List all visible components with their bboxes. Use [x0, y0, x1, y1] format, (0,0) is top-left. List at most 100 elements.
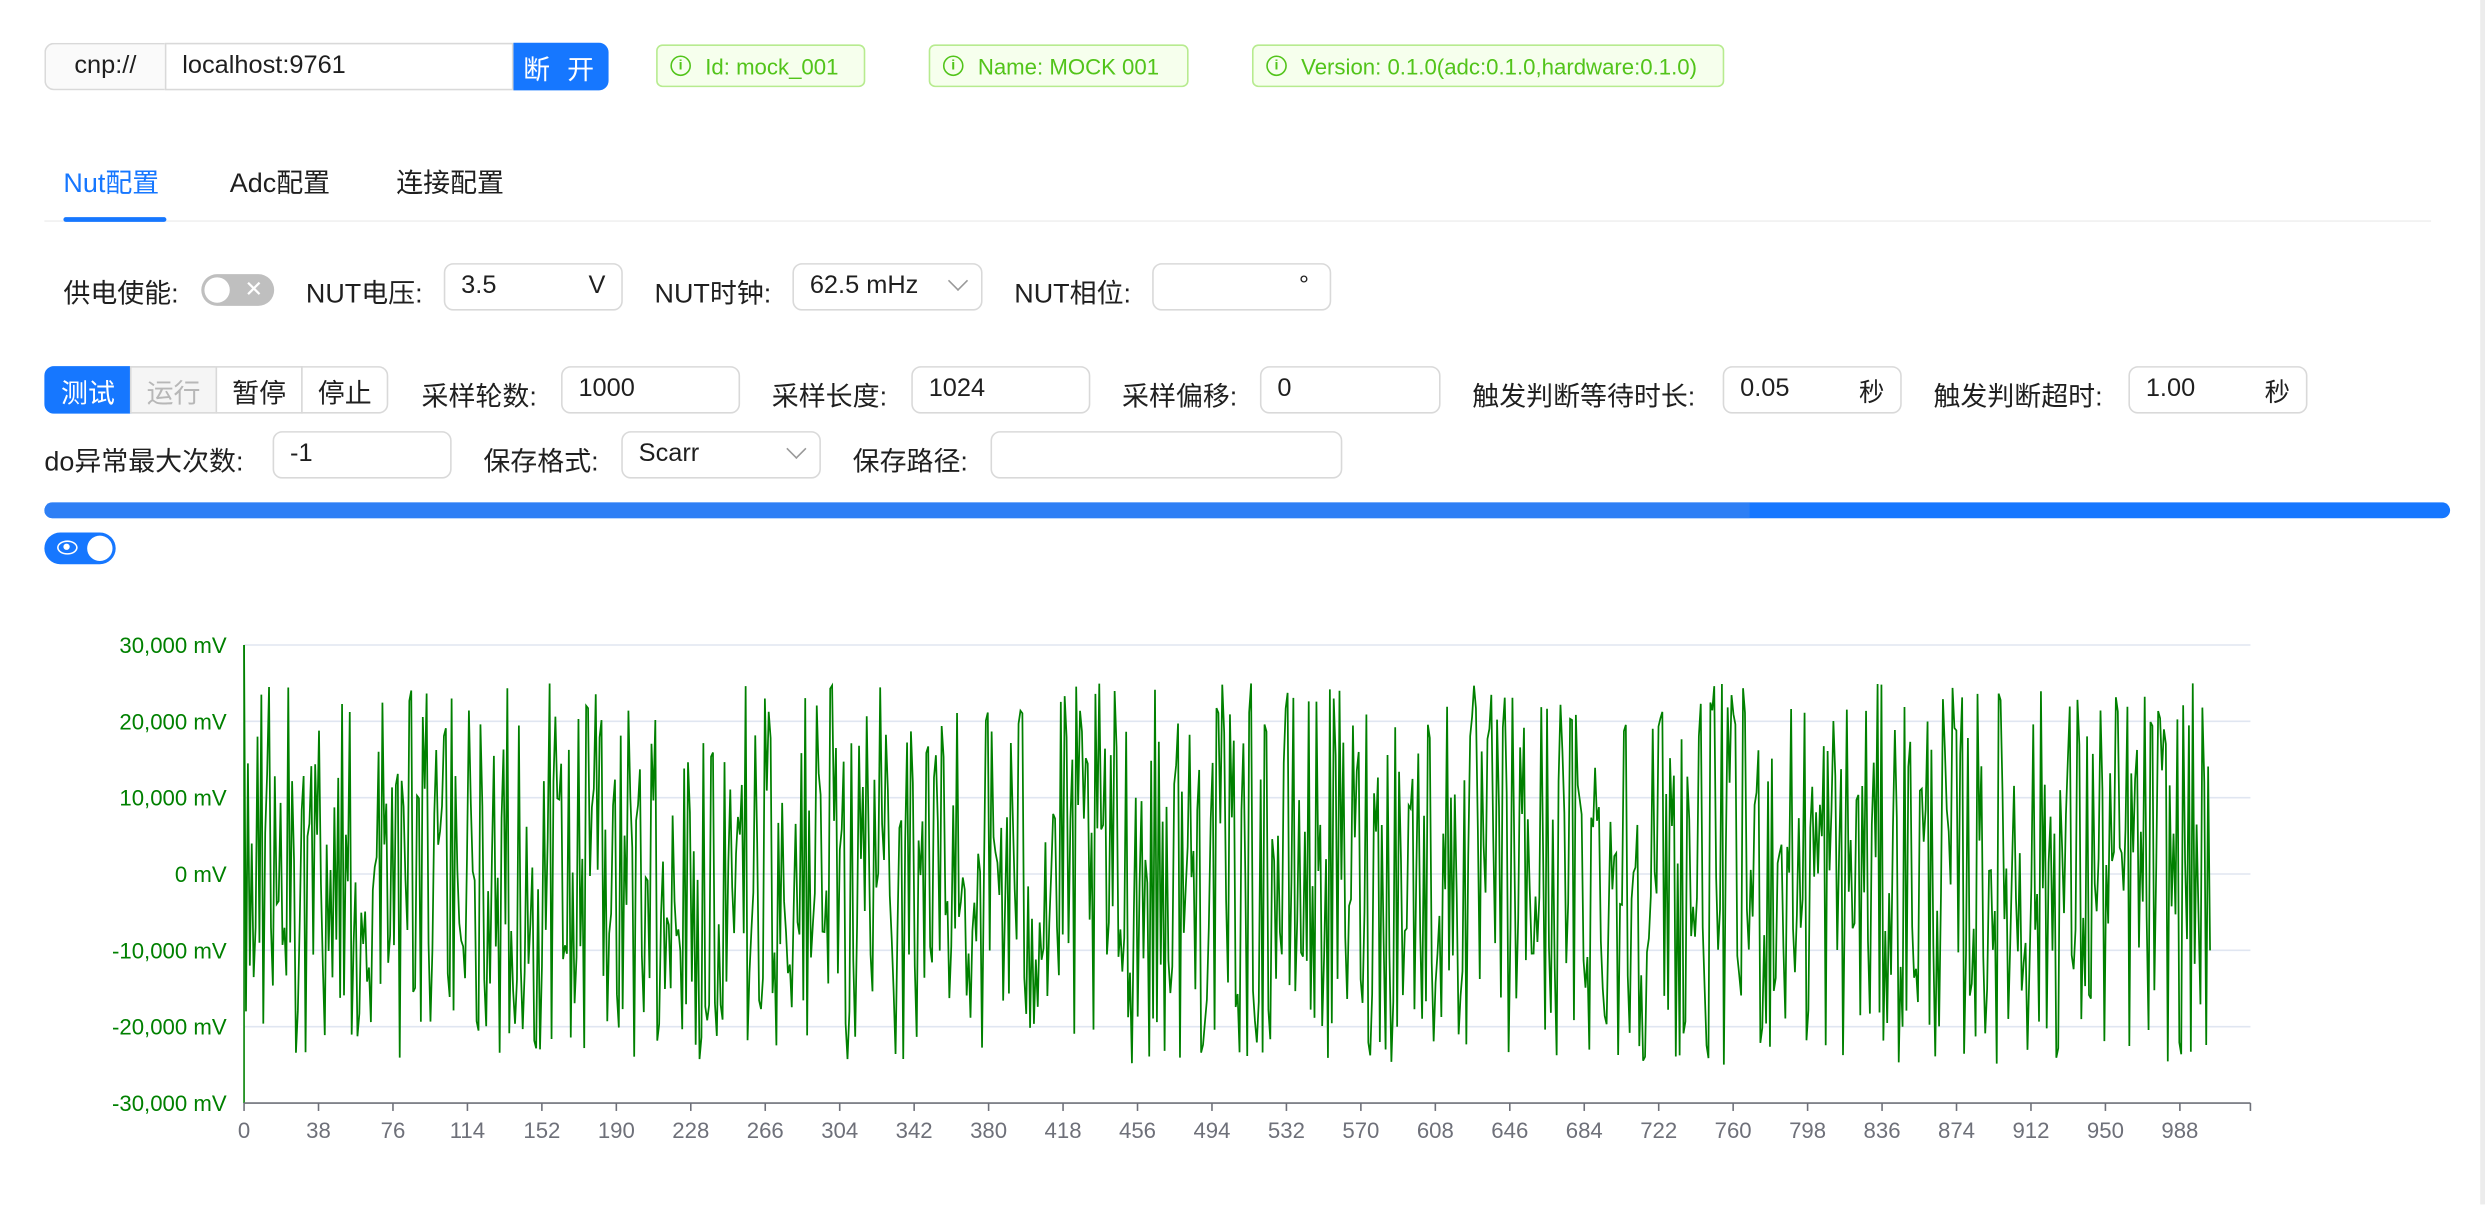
x-tick-label: 798 — [1789, 1118, 1826, 1143]
tab-nut-config[interactable]: Nut配置 — [63, 160, 159, 200]
x-tick-label: 684 — [1566, 1118, 1603, 1143]
path-input[interactable] — [990, 431, 1343, 479]
path-label: 保存路径: — [852, 446, 968, 478]
power-switch[interactable]: ✕ — [201, 274, 275, 306]
rounds-input[interactable]: 1000 — [561, 366, 741, 414]
x-tick-label: 228 — [672, 1118, 709, 1143]
x-tick-label: 0 — [238, 1118, 250, 1143]
x-tick-label: 76 — [381, 1118, 406, 1143]
info-icon: i — [670, 55, 691, 77]
timeout-unit: 秒 — [2264, 380, 2291, 408]
x-tick-label: 494 — [1193, 1118, 1230, 1143]
info-icon: i — [942, 55, 964, 77]
protocol-addon: cnp:// — [44, 42, 165, 91]
tab-adc-config[interactable]: Adc配置 — [230, 160, 330, 200]
x-tick-label: 190 — [598, 1118, 635, 1143]
format-select[interactable]: Scarr — [621, 431, 821, 479]
x-tick-label: 38 — [306, 1118, 331, 1143]
progress-fill — [44, 502, 1750, 519]
length-input[interactable]: 1024 — [911, 366, 1091, 414]
version-tag: i Version: 0.1.0(adc:0.1.0,hardware:0.1.… — [1251, 44, 1725, 88]
x-tick-label: 342 — [896, 1118, 933, 1143]
clock-value: 62.5 mHz — [809, 272, 919, 300]
run-control-group: 测试 运行 暂停 停止 — [44, 366, 389, 414]
x-tick-label: 418 — [1045, 1118, 1082, 1143]
x-tick-label: 950 — [2087, 1118, 2124, 1143]
waveform-series-line — [243, 645, 2211, 1065]
switch-knob — [87, 535, 113, 562]
x-tick-label: 114 — [450, 1118, 485, 1143]
sampling-progress-bar — [44, 502, 2451, 519]
rounds-value: 1000 — [578, 375, 635, 403]
wait-input[interactable]: 0.05 秒 — [1722, 366, 1902, 414]
wait-value: 0.05 — [1740, 375, 1790, 403]
config-tabs: Nut配置 Adc配置 连接配置 — [44, 152, 2432, 222]
rounds-label: 采样轮数: — [421, 381, 537, 413]
stop-button[interactable]: 停止 — [301, 366, 389, 414]
timeout-input[interactable]: 1.00 秒 — [2128, 366, 2308, 414]
x-tick-label: 988 — [2161, 1118, 2198, 1143]
connection-bar: cnp:// localhost:9761 断 开 — [44, 42, 609, 91]
x-tick-label: 874 — [1938, 1118, 1975, 1143]
x-tick-label: 152 — [523, 1118, 560, 1143]
tab-ink-bar — [63, 217, 167, 222]
phase-label: NUT相位: — [1014, 278, 1132, 310]
clock-label: NUT时钟: — [654, 278, 772, 310]
x-tick-label: 912 — [2012, 1118, 2049, 1143]
eye-icon — [57, 540, 78, 555]
do-max-value: -1 — [290, 440, 313, 468]
info-icon: i — [1266, 55, 1287, 77]
id-tag-text: Id: mock_001 — [705, 53, 839, 79]
format-value: Scarr — [638, 440, 700, 468]
y-tick-label: 10,000 mV — [119, 786, 226, 811]
do-max-label: do异常最大次数: — [44, 446, 244, 478]
pause-button[interactable]: 暂停 — [215, 366, 303, 414]
x-tick-label: 456 — [1119, 1118, 1156, 1143]
voltage-value: 3.5 — [461, 272, 497, 300]
y-tick-label: 20,000 mV — [119, 709, 226, 734]
x-tick-label: 760 — [1715, 1118, 1752, 1143]
phase-input[interactable]: ° — [1152, 263, 1332, 311]
y-tick-label: -10,000 mV — [112, 938, 227, 963]
name-tag: i Name: MOCK 001 — [928, 44, 1189, 88]
y-tick-label: 30,000 mV — [119, 633, 226, 658]
format-label: 保存格式: — [483, 446, 599, 478]
version-tag-text: Version: 0.1.0(adc:0.1.0,hardware:0.1.0) — [1301, 53, 1698, 79]
wait-unit: 秒 — [1858, 380, 1885, 408]
phase-unit: ° — [1298, 272, 1310, 300]
chevron-down-icon — [786, 438, 807, 459]
address-input[interactable]: localhost:9761 — [164, 42, 514, 91]
x-tick-label: 722 — [1640, 1118, 1677, 1143]
do-max-input[interactable]: -1 — [272, 431, 452, 479]
clock-select[interactable]: 62.5 mHz — [792, 263, 983, 311]
x-tick-label: 266 — [747, 1118, 784, 1143]
run-button[interactable]: 运行 — [129, 366, 218, 414]
voltage-input[interactable]: 3.5 V — [443, 263, 623, 311]
offset-label: 采样偏移: — [1122, 381, 1238, 413]
length-value: 1024 — [928, 375, 986, 403]
y-tick-label: -30,000 mV — [112, 1091, 227, 1116]
offset-value: 0 — [1277, 375, 1292, 403]
voltage-unit: V — [588, 272, 606, 300]
tab-connection-config[interactable]: 连接配置 — [396, 160, 504, 200]
test-button[interactable]: 测试 — [44, 366, 132, 414]
x-tick-label: 836 — [1864, 1118, 1901, 1143]
chart-visibility-switch[interactable] — [44, 532, 116, 565]
name-tag-text: Name: MOCK 001 — [977, 53, 1160, 79]
app-root: cnp:// localhost:9761 断 开 i Id: mock_001… — [0, 0, 2485, 1205]
waveform-chart: 30,000 mV 20,000 mV 10,000 mV 0 mV -10,000 m… — [112, 633, 2252, 1143]
x-tick-label: 608 — [1417, 1118, 1454, 1143]
voltage-label: NUT电压: — [305, 278, 423, 310]
x-tick-label: 304 — [821, 1118, 858, 1143]
x-tick-label: 380 — [970, 1118, 1007, 1143]
wait-label: 触发判断等待时长: — [1472, 381, 1696, 413]
y-tick-label: -20,000 mV — [112, 1015, 227, 1040]
x-tick-label: 570 — [1342, 1118, 1379, 1143]
chevron-down-icon — [947, 270, 969, 291]
power-label: 供电使能: — [63, 278, 179, 310]
disconnect-button[interactable]: 断 开 — [513, 42, 609, 91]
close-icon: ✕ — [244, 275, 264, 302]
x-tick-label: 646 — [1491, 1118, 1528, 1143]
y-tick-label: 0 mV — [175, 862, 227, 887]
offset-input[interactable]: 0 — [1259, 366, 1441, 414]
